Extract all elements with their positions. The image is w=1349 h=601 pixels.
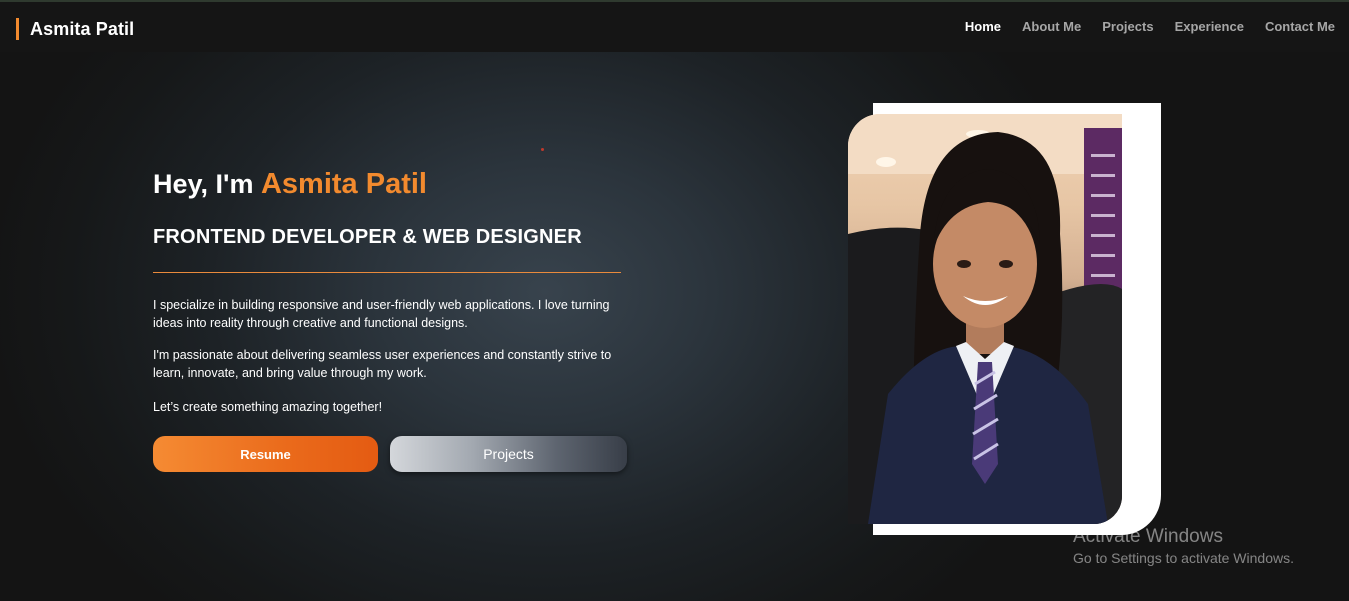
nav-link-contact[interactable]: Contact Me — [1265, 19, 1335, 34]
windows-activation-title: Activate Windows — [1073, 526, 1223, 547]
intro-paragraph-1: I specialize in building responsive and … — [153, 298, 610, 330]
nav-link-about[interactable]: About Me — [1022, 19, 1081, 34]
navbar: Asmita Patil Home About Me Projects Expe… — [0, 2, 1349, 52]
windows-activation-subtitle: Go to Settings to activate Windows. — [1073, 550, 1294, 566]
hero-divider — [153, 272, 621, 273]
brand-name: Asmita Patil — [30, 18, 135, 39]
projects-button[interactable]: Projects — [390, 436, 627, 472]
intro-paragraph-3: Let’s create something amazing together! — [153, 400, 383, 414]
hero-name: Asmita Patil — [260, 168, 427, 200]
brand[interactable]: Asmita Patil — [16, 17, 134, 41]
nav-link-experience[interactable]: Experience — [1175, 19, 1244, 34]
profile-photo-illustration — [848, 114, 1122, 524]
hero-greeting: Hey, I'm Asmita Patil — [153, 168, 427, 201]
nav-link-home[interactable]: Home — [965, 19, 1001, 34]
nav-menu: Home About Me Projects Experience Contac… — [944, 19, 1335, 34]
intro-paragraph-2: I'm passionate about delivering seamless… — [153, 348, 612, 380]
hero-role: FRONTEND DEVELOPER & WEB DESIGNER — [153, 226, 582, 248]
hero-section: Hey, I'm Asmita Patil FRONTEND DEVELOPER… — [0, 52, 1349, 601]
decorative-dot — [541, 148, 544, 151]
greeting-prefix: Hey, I'm — [153, 169, 261, 199]
brand-accent-bar — [16, 18, 19, 40]
nav-link-projects[interactable]: Projects — [1102, 19, 1153, 34]
resume-button[interactable]: Resume — [153, 436, 378, 472]
profile-photo — [848, 114, 1122, 524]
